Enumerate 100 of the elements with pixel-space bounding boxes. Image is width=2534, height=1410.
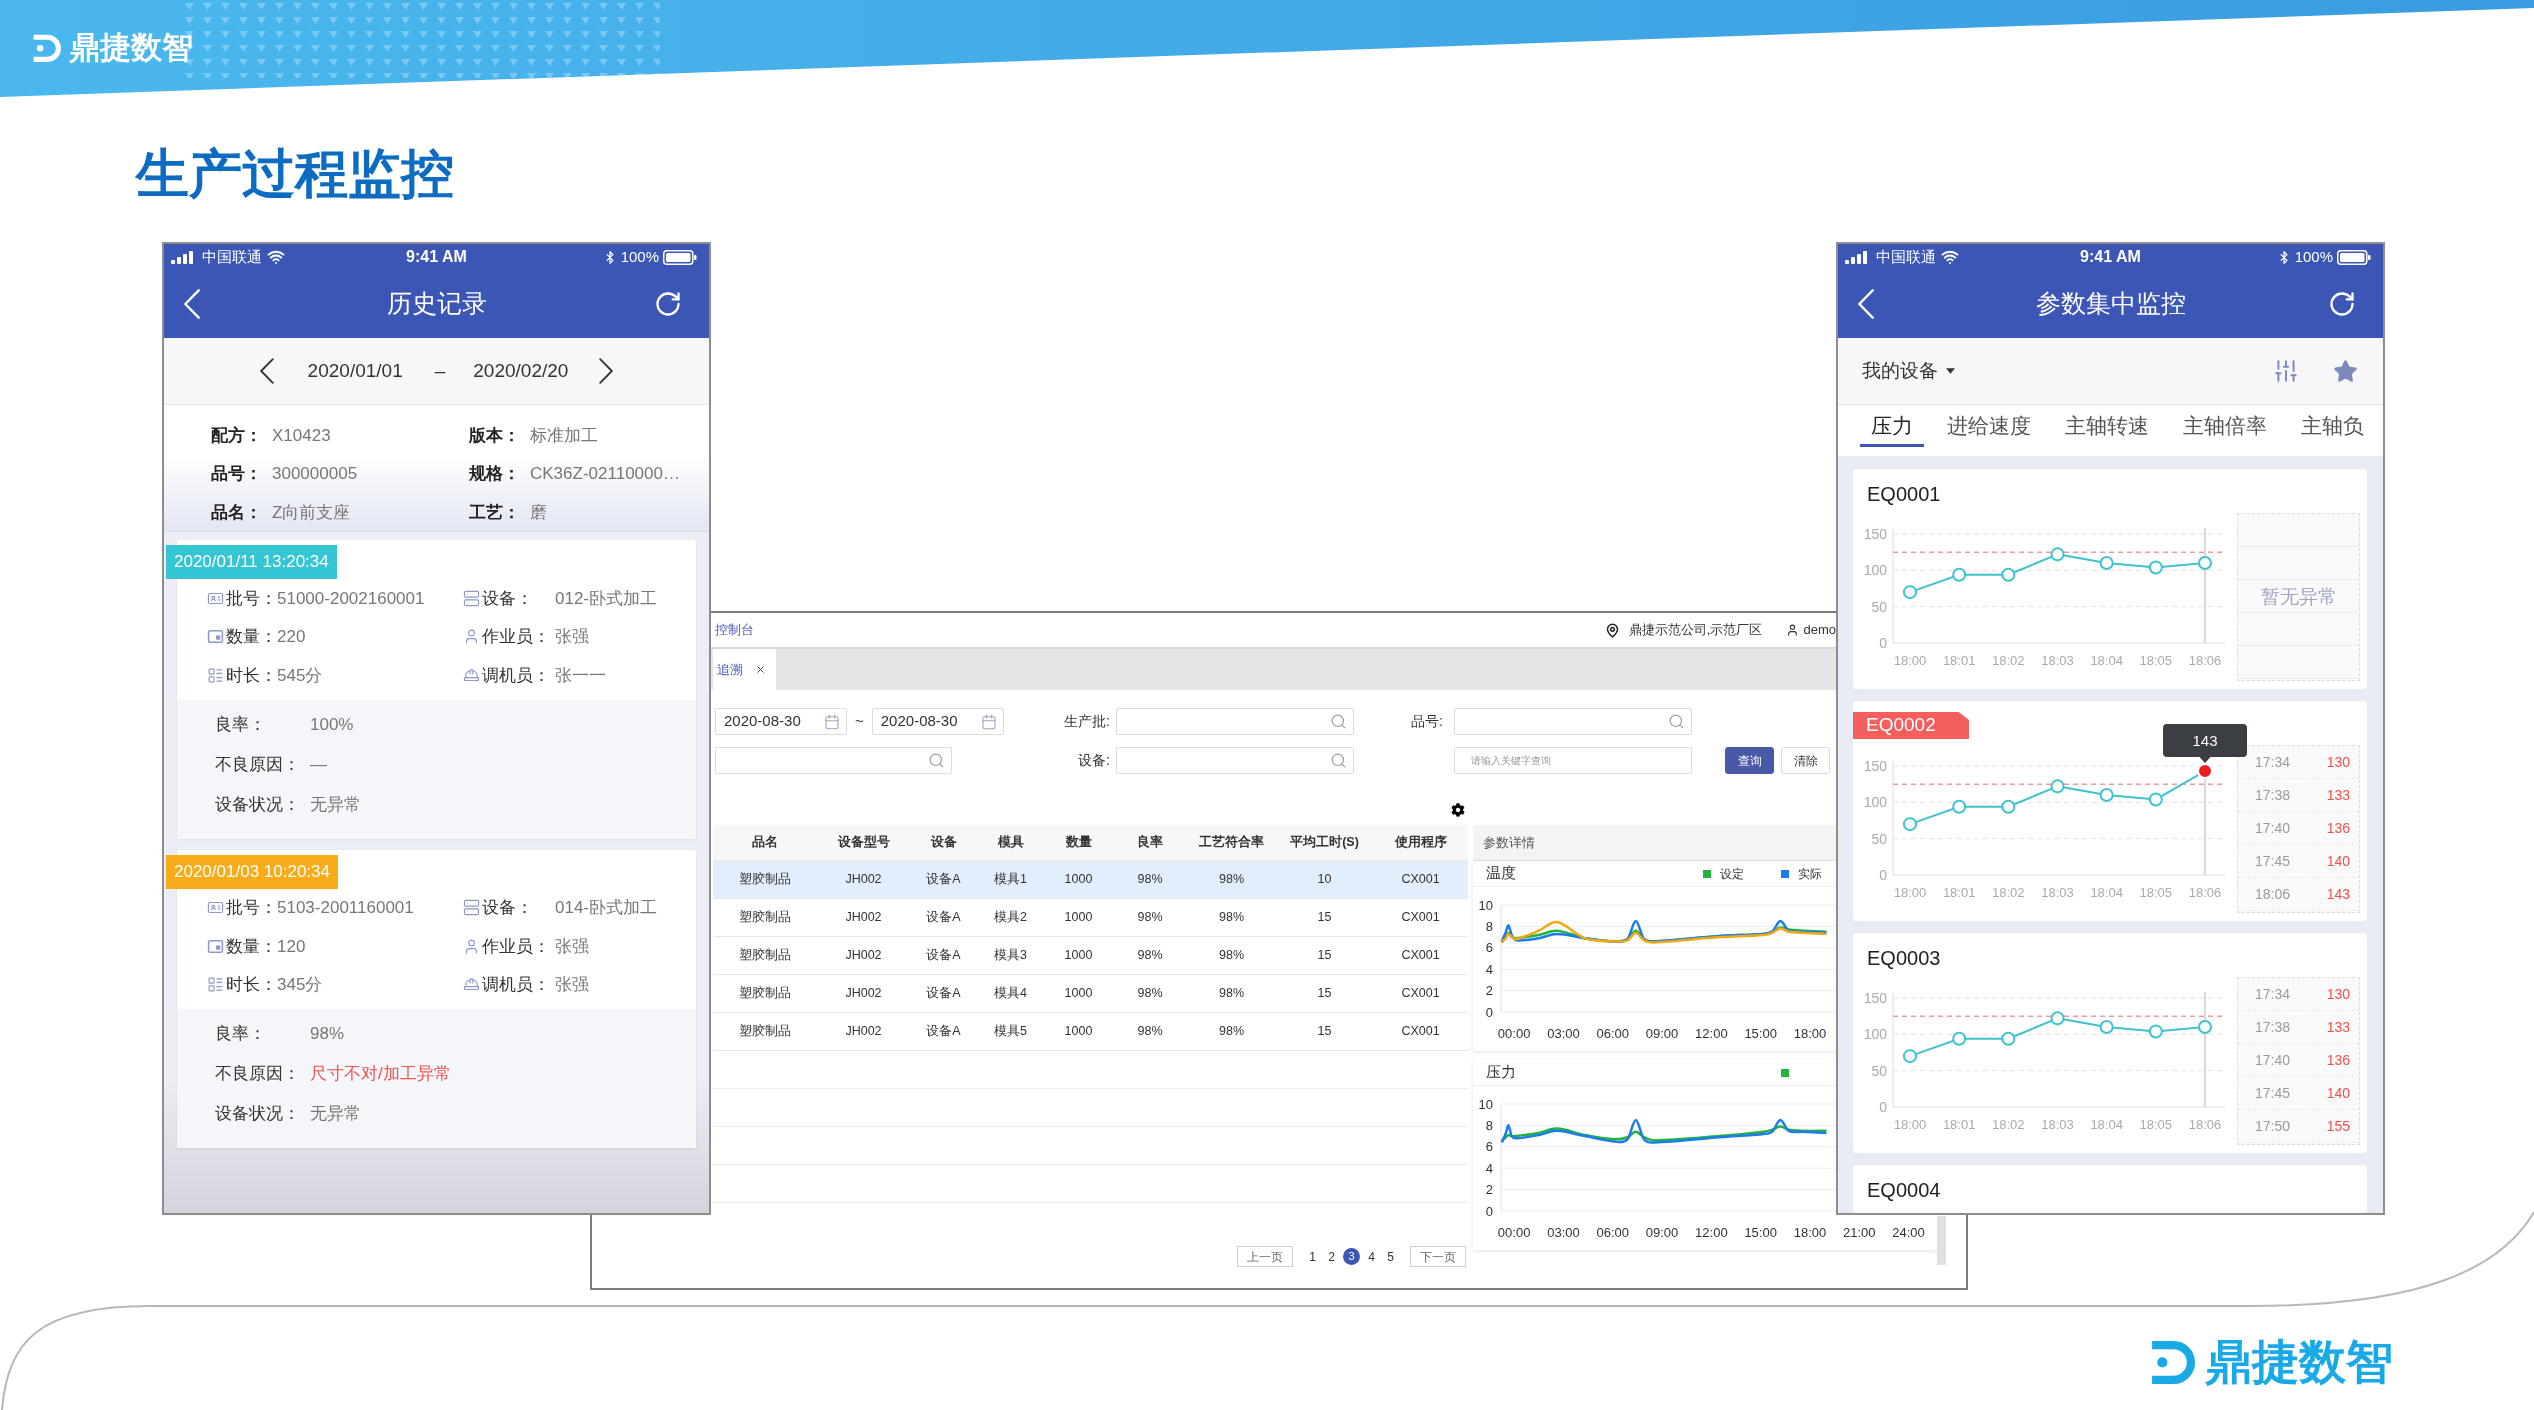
search-icon[interactable] xyxy=(1330,713,1347,730)
server-icon xyxy=(463,899,480,917)
search-field[interactable] xyxy=(1454,708,1692,735)
field-value: 100% xyxy=(310,713,354,736)
axis-tick-label: 06:00 xyxy=(1596,1026,1630,1041)
alarm-time: 17:45 xyxy=(2255,851,2291,871)
refresh-icon[interactable] xyxy=(654,290,682,318)
field-label: 作业员： xyxy=(482,935,551,958)
axis-tick-label: 18:04 xyxy=(2090,885,2123,900)
refresh-icon[interactable] xyxy=(2328,290,2356,318)
field-value: — xyxy=(310,753,327,776)
field-value: 尺寸不对/加工异常 xyxy=(310,1063,451,1086)
data-point xyxy=(2099,788,2114,803)
table-cell-text: 15 xyxy=(1317,947,1332,965)
data-point xyxy=(2001,799,2016,814)
table-cell-text: 98% xyxy=(1137,1023,1163,1041)
search-field[interactable] xyxy=(1116,708,1354,735)
settings-icon[interactable] xyxy=(1451,803,1465,817)
axis-tick-label: 15:00 xyxy=(1744,1225,1777,1240)
axis-tick-label: 6 xyxy=(1485,940,1493,956)
axis-tick-label: 6 xyxy=(1485,1139,1493,1155)
field-value: X10423 xyxy=(272,424,331,447)
data-point xyxy=(2050,779,2065,794)
user-name[interactable]: demo xyxy=(1803,620,1836,640)
axis-tick-label: 150 xyxy=(1863,526,1887,542)
alarm-value: 136 xyxy=(2326,1050,2350,1070)
data-point xyxy=(2197,763,2213,780)
device-alarm-tag: EQ0002 xyxy=(1853,712,1969,739)
axis-tick-label: 0 xyxy=(1879,1099,1887,1115)
field-label: 不良原因： xyxy=(215,753,301,776)
back-icon[interactable] xyxy=(1858,289,1874,319)
page-number[interactable]: 1 xyxy=(1305,1248,1320,1265)
page-number[interactable]: 5 xyxy=(1383,1248,1398,1265)
previous-page-button[interactable]: 上一页 xyxy=(1237,1246,1293,1267)
table-cell-text: 模具3 xyxy=(994,947,1027,965)
data-point xyxy=(2198,556,2212,571)
field-label: 良率： xyxy=(215,713,267,736)
data-point xyxy=(2198,1020,2212,1035)
calendar-icon[interactable] xyxy=(980,713,997,730)
field-label: 品号: xyxy=(1411,712,1443,731)
field-value: 012-卧式加工 xyxy=(555,587,658,610)
alarm-value: 140 xyxy=(2326,851,2350,871)
table-cell-text: 模具2 xyxy=(994,909,1027,927)
field-value: 300000005 xyxy=(272,463,358,485)
data-point xyxy=(2050,1011,2065,1026)
field-value: 标准加工 xyxy=(530,424,598,447)
page-number[interactable]: 3 xyxy=(1343,1248,1360,1265)
table-row[interactable]: 塑胶制品 JH002 设备A 模具1 1000 98% 98% 10 CX001 xyxy=(713,861,1468,899)
table-cell-text: 98% xyxy=(1219,1023,1244,1041)
start-date[interactable]: 2020/01/01 xyxy=(307,356,403,386)
table-cell-text: 1000 xyxy=(1064,871,1093,889)
sliders-icon[interactable] xyxy=(2273,358,2299,384)
scrollbar-thumb[interactable] xyxy=(1937,1216,1946,1265)
axis-tick-label: 18:03 xyxy=(2041,653,2074,668)
page-tab[interactable]: 追溯 xyxy=(713,649,776,690)
field-label: 设备： xyxy=(482,897,534,919)
search-icon[interactable] xyxy=(928,752,945,769)
chevron-right-icon[interactable] xyxy=(599,358,614,384)
date-field[interactable]: 2020-08-30 xyxy=(715,708,847,735)
search-field[interactable] xyxy=(1116,747,1354,774)
alarm-time: 17:38 xyxy=(2255,785,2291,805)
axis-tick-label: 09:00 xyxy=(1645,1026,1679,1041)
end-date[interactable]: 2020/02/20 xyxy=(473,356,569,386)
axis-tick-label: 18:03 xyxy=(2041,1117,2074,1132)
page-number[interactable]: 2 xyxy=(1324,1248,1339,1265)
data-point xyxy=(2001,567,2016,582)
data-point xyxy=(2050,547,2065,562)
field-label: 不良原因： xyxy=(215,1063,301,1086)
axis-tick-label: 8 xyxy=(1485,918,1493,934)
back-icon[interactable] xyxy=(184,289,200,319)
console-link[interactable]: 控制台 xyxy=(715,620,754,640)
signal-icon xyxy=(171,250,193,264)
search-field[interactable] xyxy=(715,747,952,774)
clear-button[interactable]: 清除 xyxy=(1781,747,1830,774)
calendar-icon[interactable] xyxy=(824,713,840,730)
parameter-tab[interactable]: 主轴倍率 xyxy=(2172,408,2278,447)
page-number[interactable]: 4 xyxy=(1364,1248,1379,1265)
parameter-tab[interactable]: 进给速度 xyxy=(1936,408,2042,447)
search-icon[interactable] xyxy=(1668,713,1685,730)
card-icon xyxy=(207,937,224,955)
axis-tick-label: 18:05 xyxy=(2139,1117,2173,1132)
field-label: 规格： xyxy=(469,463,520,485)
star-icon[interactable] xyxy=(2333,358,2358,384)
device-filter-dropdown[interactable]: 我的设备 xyxy=(1862,356,1955,386)
axis-tick-label: 18:05 xyxy=(2139,653,2173,668)
keyword-field[interactable]: 请输入关键字查询 xyxy=(1454,747,1692,774)
record-timestamp-tag: 2020/01/11 13:20:34 xyxy=(166,545,337,579)
close-icon[interactable] xyxy=(755,664,766,675)
parameter-tab[interactable]: 主轴转速 xyxy=(2054,408,2160,447)
table-cell-text: 设备A xyxy=(926,871,961,889)
axis-tick-label: 2 xyxy=(1485,983,1493,999)
chevron-left-icon[interactable] xyxy=(259,358,274,384)
signal-icon xyxy=(1845,250,1867,264)
field-label: 批号： xyxy=(226,587,277,610)
query-button[interactable]: 查询 xyxy=(1725,747,1774,774)
date-field[interactable]: 2020-08-30 xyxy=(871,708,1004,735)
next-page-button[interactable]: 下一页 xyxy=(1410,1246,1466,1267)
search-icon[interactable] xyxy=(1330,752,1347,769)
parameter-tab[interactable]: 主轴负 xyxy=(2290,408,2375,447)
parameter-tab[interactable]: 压力 xyxy=(1860,408,1924,447)
